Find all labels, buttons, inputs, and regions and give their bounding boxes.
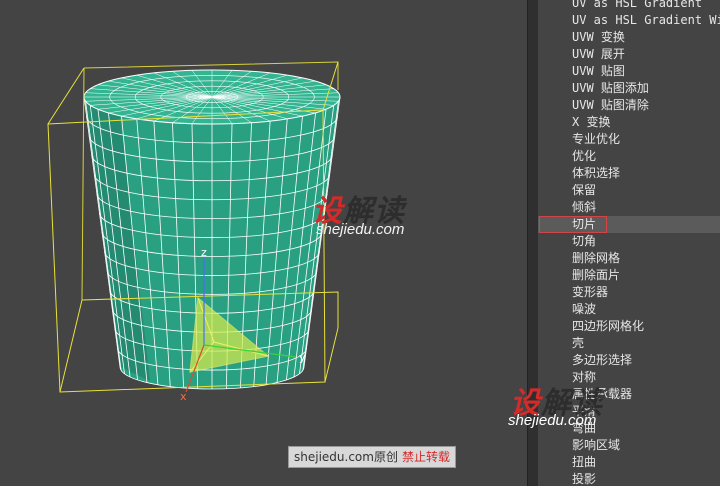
modifier-item[interactable]: UVW 贴图添加 (572, 80, 649, 97)
modifier-item[interactable]: 优化 (572, 148, 596, 165)
modifier-item[interactable]: 四边形网格化 (572, 318, 644, 335)
modifier-item[interactable]: 专业优化 (572, 131, 620, 148)
modifier-item[interactable]: 影响区域 (572, 437, 620, 454)
modifier-item[interactable]: 扭曲 (572, 454, 596, 471)
modifier-item[interactable]: UVW 贴图 (572, 63, 625, 80)
modifier-item[interactable]: UV as HSL Gradient With M (572, 12, 720, 29)
modifier-item[interactable]: UVW 变换 (572, 29, 625, 46)
modifier-item[interactable]: UVW 展开 (572, 46, 625, 63)
credit-banner: shejiedu.com原创 禁止转载 (288, 446, 456, 468)
credit-warning: 禁止转载 (401, 450, 450, 464)
axis-y-label: y (299, 351, 306, 364)
modifier-item[interactable]: 倾斜 (572, 199, 596, 216)
modifier-item[interactable]: 删除网格 (572, 250, 620, 267)
modifier-item[interactable]: 体积选择 (572, 165, 620, 182)
modifier-item[interactable]: UVW 贴图清除 (572, 97, 649, 114)
modifier-item[interactable]: 切角 (572, 233, 596, 250)
watermark-url-2: shejiedu.com (508, 412, 597, 429)
modifier-item[interactable]: 投影 (572, 471, 596, 486)
modifier-item[interactable]: X 变换 (572, 114, 610, 131)
modifier-item[interactable]: 多边形选择 (572, 352, 632, 369)
modifier-item[interactable]: 壳 (572, 335, 584, 352)
modifier-item[interactable]: 删除面片 (572, 267, 620, 284)
axis-z-label: z (201, 246, 207, 259)
modifier-item[interactable]: 噪波 (572, 301, 596, 318)
credit-site: shejiedu.com原创 (294, 450, 398, 464)
watermark-url: shejiedu.com (316, 221, 405, 238)
scene-canvas[interactable]: z y x (0, 0, 527, 486)
viewport-perspective[interactable]: zyx 设解读 shejiedu.com shejiedu.com原创 禁止转载 (0, 0, 527, 486)
modifier-item[interactable]: UV as HSL Gradient (572, 0, 702, 12)
modifier-item[interactable]: 保留 (572, 182, 596, 199)
modifier-item[interactable]: 切片 (572, 216, 596, 233)
modifier-item[interactable]: 变形器 (572, 284, 608, 301)
axis-x-label: x (180, 390, 187, 403)
